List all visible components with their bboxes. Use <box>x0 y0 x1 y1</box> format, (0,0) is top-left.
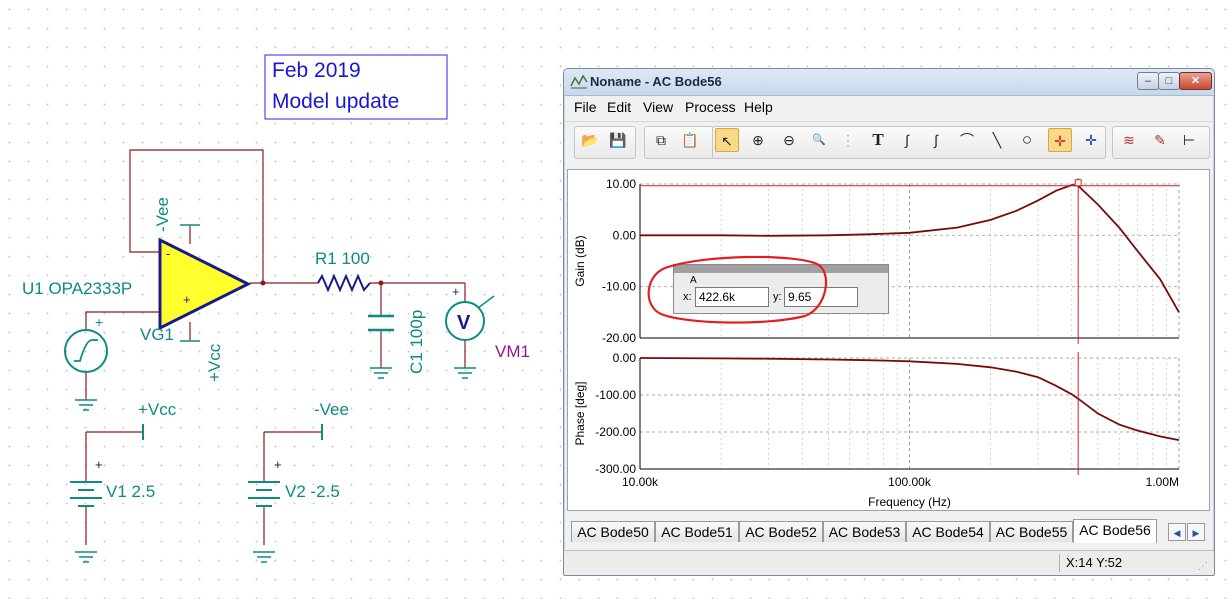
save-icon[interactable]: 💾 <box>606 128 630 152</box>
opamp-label: U1 OPA2333P <box>22 279 132 298</box>
paste-icon[interactable]: 📋 <box>678 128 702 152</box>
x-tick-label: 100.00k <box>888 475 932 489</box>
window-title: Noname - AC Bode56 <box>590 74 722 89</box>
plot-area[interactable]: 10.00 0.00 -10.00 -20.00 Gain (dB) 0.00 -100.0… <box>567 169 1210 511</box>
cursor-marker[interactable] <box>1074 179 1082 187</box>
x-tick-label: 1.00M <box>1146 475 1179 489</box>
marker-icon[interactable]: ✎ <box>1148 128 1172 152</box>
tab-strip: AC Bode50 AC Bode51 AC Bode52 AC Bode53 … <box>564 519 1214 543</box>
phase-y-tick-label: -100.00 <box>595 388 636 402</box>
menu-view[interactable]: View <box>643 99 673 115</box>
battery-v1[interactable] <box>70 481 102 507</box>
capacitor-c1[interactable] <box>368 314 394 332</box>
open-folder-icon[interactable]: 📂 <box>578 128 602 152</box>
line-icon[interactable]: ╲ <box>985 128 1009 152</box>
tab-ac-bode53[interactable]: AC Bode53 <box>823 521 906 542</box>
phase-y-axis-label: Phase [deg] <box>573 381 587 445</box>
note-line1: Feb 2019 <box>272 59 361 82</box>
menu-help[interactable]: Help <box>744 99 773 115</box>
maximize-button[interactable]: □ <box>1158 72 1180 90</box>
minimize-button[interactable]: – <box>1137 72 1159 90</box>
tab-ac-bode50[interactable]: AC Bode50 <box>571 521 655 542</box>
phase-y-tick-label: 0.00 <box>613 351 637 365</box>
gain-y-tick-label: 10.00 <box>606 177 636 191</box>
ground-1 <box>75 399 97 411</box>
c1-label: C1 100p <box>407 310 426 374</box>
tab-ac-bode56[interactable]: AC Bode56 <box>1073 519 1157 543</box>
corner-icon[interactable]: ⊢ <box>1177 128 1201 152</box>
signal-source[interactable] <box>64 329 108 373</box>
tab-ac-bode51[interactable]: AC Bode51 <box>655 521 739 542</box>
bode-plot[interactable]: 10.00 0.00 -10.00 -20.00 Gain (dB) 0.00 -100.0… <box>568 170 1209 510</box>
pointer-icon[interactable]: ↖ <box>715 128 739 152</box>
v1-plus: + <box>95 457 103 472</box>
menu-process[interactable]: Process <box>685 99 736 115</box>
add-trace-icon[interactable]: ≋ <box>1117 128 1141 152</box>
menu-edit[interactable]: Edit <box>607 99 631 115</box>
opamp-plus-sign: + <box>183 292 191 307</box>
tab-ac-bode55[interactable]: AC Bode55 <box>990 521 1073 542</box>
gain-y-tick-label: -10.00 <box>602 280 636 294</box>
zoom-100-icon[interactable]: 🔍 <box>807 128 831 152</box>
v2-plus: + <box>274 457 282 472</box>
title-bar[interactable]: Noname - AC Bode56 – □ ✕ <box>564 69 1214 96</box>
battery-v2[interactable] <box>248 481 280 507</box>
cursor-a-icon[interactable]: ✛ <box>1048 128 1072 152</box>
close-button[interactable]: ✕ <box>1179 72 1212 90</box>
menu-file[interactable]: File <box>574 99 597 115</box>
opamp-minus-sign: - <box>166 246 170 261</box>
vm-label: VM1 <box>495 342 530 361</box>
curve-icon-b[interactable]: ∫ <box>924 128 948 152</box>
status-separator <box>1059 554 1060 572</box>
tab-ac-bode52[interactable]: AC Bode52 <box>739 521 823 542</box>
phase-y-tick-label: -200.00 <box>595 425 636 439</box>
status-coordinates: X:14 Y:52 <box>1066 555 1123 570</box>
resize-grip-icon[interactable]: ⋰ <box>1198 561 1208 572</box>
tab-ac-bode54[interactable]: AC Bode54 <box>906 521 990 542</box>
text-icon[interactable]: T <box>866 128 890 152</box>
phase-y-tick-label: -300.00 <box>595 462 636 476</box>
r1-label: R1 100 <box>315 249 370 268</box>
vm-symbol: V <box>457 312 471 334</box>
source-plus: + <box>95 314 103 330</box>
schematic-canvas[interactable]: Feb 2019 Model update - + -Vee +Vcc U1 O… <box>0 0 560 599</box>
ground-3 <box>454 367 476 379</box>
circle-icon[interactable]: ○ <box>1015 128 1039 152</box>
resistor-r1[interactable] <box>317 273 371 293</box>
tab-scroll-left-icon[interactable]: ◀ <box>1168 523 1186 541</box>
curve-icon-c[interactable]: ⌒ <box>955 128 979 152</box>
opamp-vcc-label: +Vcc <box>205 343 224 382</box>
copy-icon[interactable]: ⧉ <box>649 128 673 152</box>
note-line2: Model update <box>272 90 399 113</box>
gain-y-axis-label: Gain (dB) <box>573 235 587 286</box>
cursor-b-icon[interactable]: ✛ <box>1079 128 1103 152</box>
toolbar: 📂 💾 ⧉ 📋 ↖ ⊕ ⊖ 🔍 ⋮ T ∫ ∫ ⌒ ╲ ○ ✛ ✛ ≋ ✎ ⊢ <box>564 121 1214 162</box>
gain-y-tick-label: -20.00 <box>602 331 636 345</box>
tab-scroll-right-icon[interactable]: ▶ <box>1187 523 1205 541</box>
ground-4 <box>75 551 97 563</box>
ground-5 <box>253 551 275 563</box>
zoom-in-icon[interactable]: ⊕ <box>746 128 770 152</box>
v2-label: V2 -2.5 <box>285 482 340 501</box>
x-axis-label: Frequency (Hz) <box>868 495 951 509</box>
curve-icon-a[interactable]: ∫ <box>895 128 919 152</box>
ground-2 <box>370 367 392 379</box>
v2-terminal-label: -Vee <box>314 400 349 419</box>
app-icon <box>570 74 588 89</box>
gain-y-tick-label: 0.00 <box>613 228 637 242</box>
zoom-out-icon[interactable]: ⊖ <box>777 128 801 152</box>
status-bar: X:14 Y:52 ⋰ <box>564 550 1214 575</box>
opamp-symbol[interactable] <box>158 237 252 331</box>
source-label: VG1 <box>140 325 174 344</box>
menu-bar: File Edit View Process Help <box>564 96 1214 118</box>
vm-plus: + <box>452 284 460 299</box>
grid-icon[interactable]: ⋮ <box>836 128 860 152</box>
v1-label: V1 2.5 <box>106 482 155 501</box>
x-tick-label: 10.00k <box>622 475 659 489</box>
opamp-vee-label: -Vee <box>153 197 172 232</box>
v1-terminal-label: +Vcc <box>138 400 177 419</box>
annotation-ellipse <box>647 255 827 324</box>
